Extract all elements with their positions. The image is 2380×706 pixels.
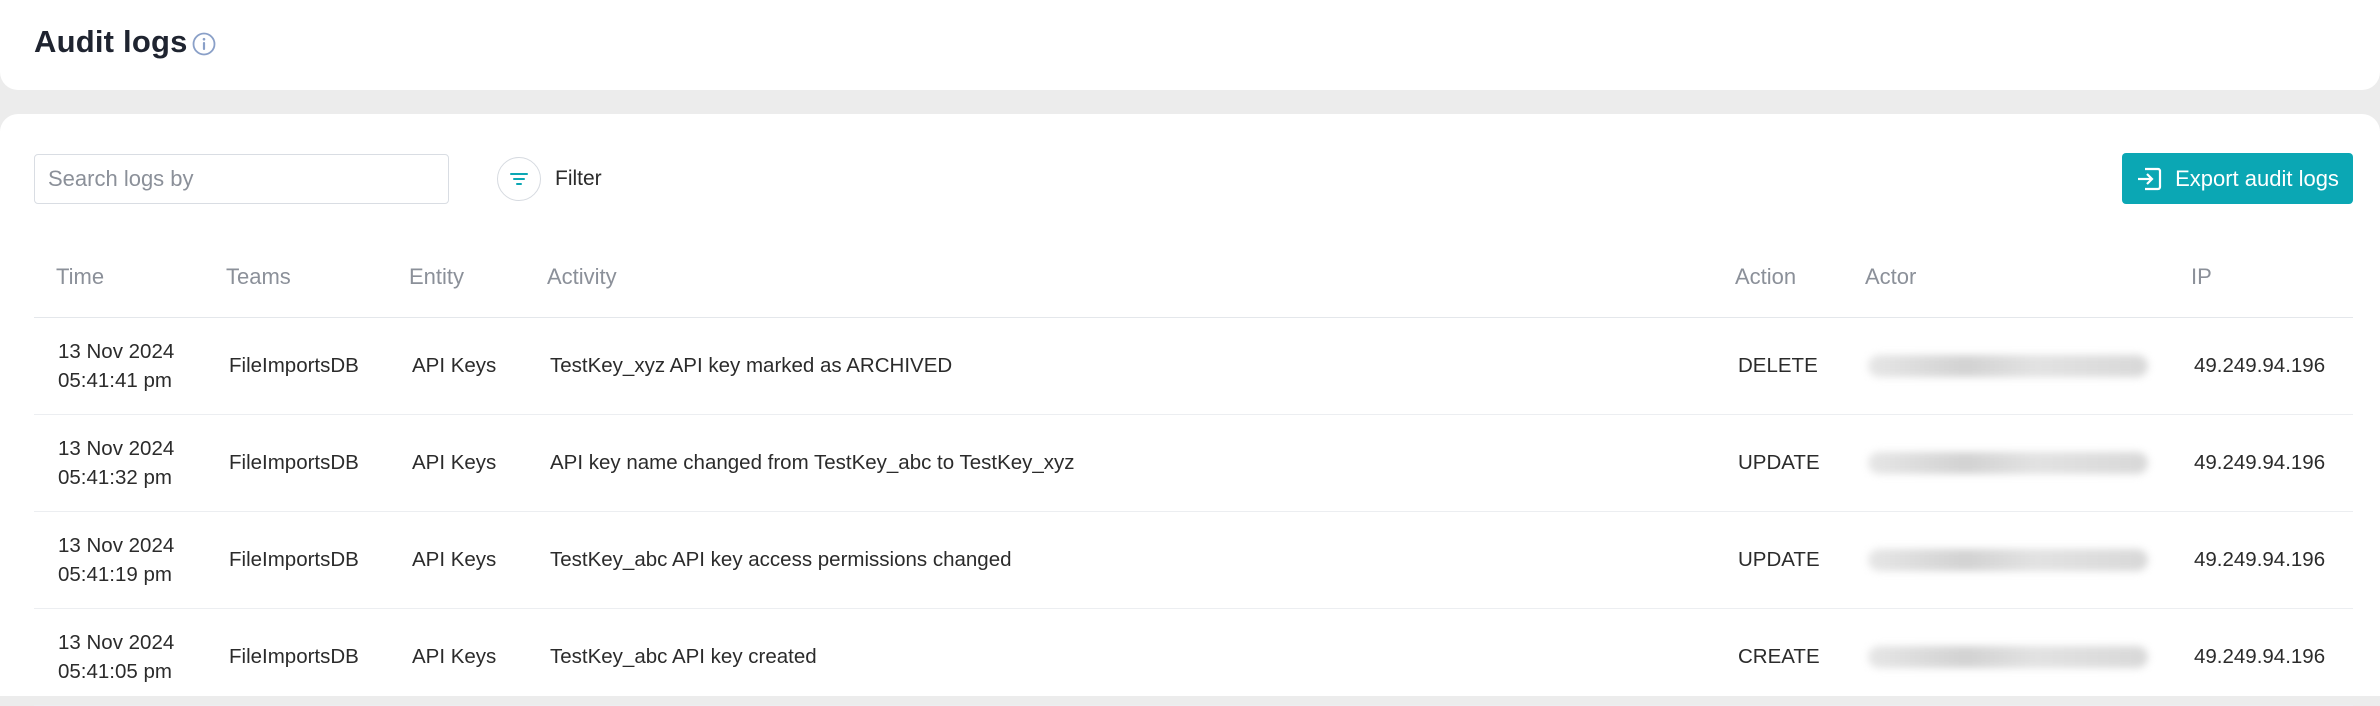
activity-cell: TestKey_abc API key created [525,608,1713,706]
ip-cell: 49.249.94.196 [2169,511,2353,609]
export-icon [2138,167,2162,190]
actor-redacted [1868,451,2148,474]
team-cell: FileImportsDB [204,608,387,706]
ip-cell: 49.249.94.196 [2169,317,2353,415]
activity-cell: API key name changed from TestKey_abc to… [525,414,1713,512]
action-cell: UPDATE [1713,414,1843,512]
column-header-entity[interactable]: Entity [387,237,525,318]
column-header-time[interactable]: Time [34,237,204,318]
entity-cell: API Keys [387,317,525,415]
activity-cell: TestKey_abc API key access permissions c… [525,511,1713,609]
column-header-teams[interactable]: Teams [204,237,387,318]
ip-cell: 49.249.94.196 [2169,608,2353,706]
table-row[interactable]: 13 Nov 2024 05:41:32 pm FileImportsDB API… [34,414,2353,512]
filter-button[interactable]: Filter [497,156,602,202]
table-header-row: Time Teams Entity Activity Action Actor … [34,237,2353,318]
time-cell: 13 Nov 2024 05:41:32 pm [34,414,204,512]
actor-redacted [1868,354,2148,377]
column-header-ip[interactable]: IP [2169,237,2353,318]
time-text: 05:41:41 pm [58,368,172,392]
table-row[interactable]: 13 Nov 2024 05:41:05 pm FileImportsDB API… [34,608,2353,706]
date-text: 13 Nov 2024 [58,630,175,654]
table-row[interactable]: 13 Nov 2024 05:41:19 pm FileImportsDB API… [34,511,2353,609]
entity-cell: API Keys [387,608,525,706]
entity-cell: API Keys [387,414,525,512]
entity-cell: API Keys [387,511,525,609]
filter-icon [497,157,541,201]
audit-log-panel: Filter Export audit logs Time Teams Enti… [0,114,2380,706]
actor-cell [1843,317,2169,415]
time-text: 05:41:32 pm [58,465,172,489]
column-header-action[interactable]: Action [1713,237,1843,318]
team-cell: FileImportsDB [204,414,387,512]
time-text: 05:41:19 pm [58,562,172,586]
team-cell: FileImportsDB [204,511,387,609]
time-cell: 13 Nov 2024 05:41:19 pm [34,511,204,609]
action-cell: UPDATE [1713,511,1843,609]
date-text: 13 Nov 2024 [58,339,175,363]
time-cell: 13 Nov 2024 05:41:41 pm [34,317,204,415]
actor-cell [1843,511,2169,609]
time-cell: 13 Nov 2024 05:41:05 pm [34,608,204,706]
actor-redacted [1868,645,2148,668]
actor-cell [1843,414,2169,512]
date-text: 13 Nov 2024 [58,436,175,460]
export-label: Export audit logs [2175,165,2339,191]
ip-cell: 49.249.94.196 [2169,414,2353,512]
column-header-activity[interactable]: Activity [525,237,1713,318]
export-audit-logs-button[interactable]: Export audit logs [2122,153,2353,204]
action-cell: CREATE [1713,608,1843,706]
actor-cell [1843,608,2169,706]
action-cell: DELETE [1713,317,1843,415]
table-row[interactable]: 13 Nov 2024 05:41:41 pm FileImportsDB API… [34,317,2353,415]
page-header: Audit logs [0,0,2380,90]
page-title: Audit logs [34,24,188,59]
date-text: 13 Nov 2024 [58,533,175,557]
info-icon[interactable] [191,31,217,57]
actor-redacted [1868,548,2148,571]
activity-cell: TestKey_xyz API key marked as ARCHIVED [525,317,1713,415]
time-text: 05:41:05 pm [58,659,172,683]
filter-label: Filter [555,167,602,190]
audit-log-table: Time Teams Entity Activity Action Actor … [34,237,2353,706]
team-cell: FileImportsDB [204,317,387,415]
search-input[interactable] [34,154,449,204]
column-header-actor[interactable]: Actor [1843,237,2169,318]
